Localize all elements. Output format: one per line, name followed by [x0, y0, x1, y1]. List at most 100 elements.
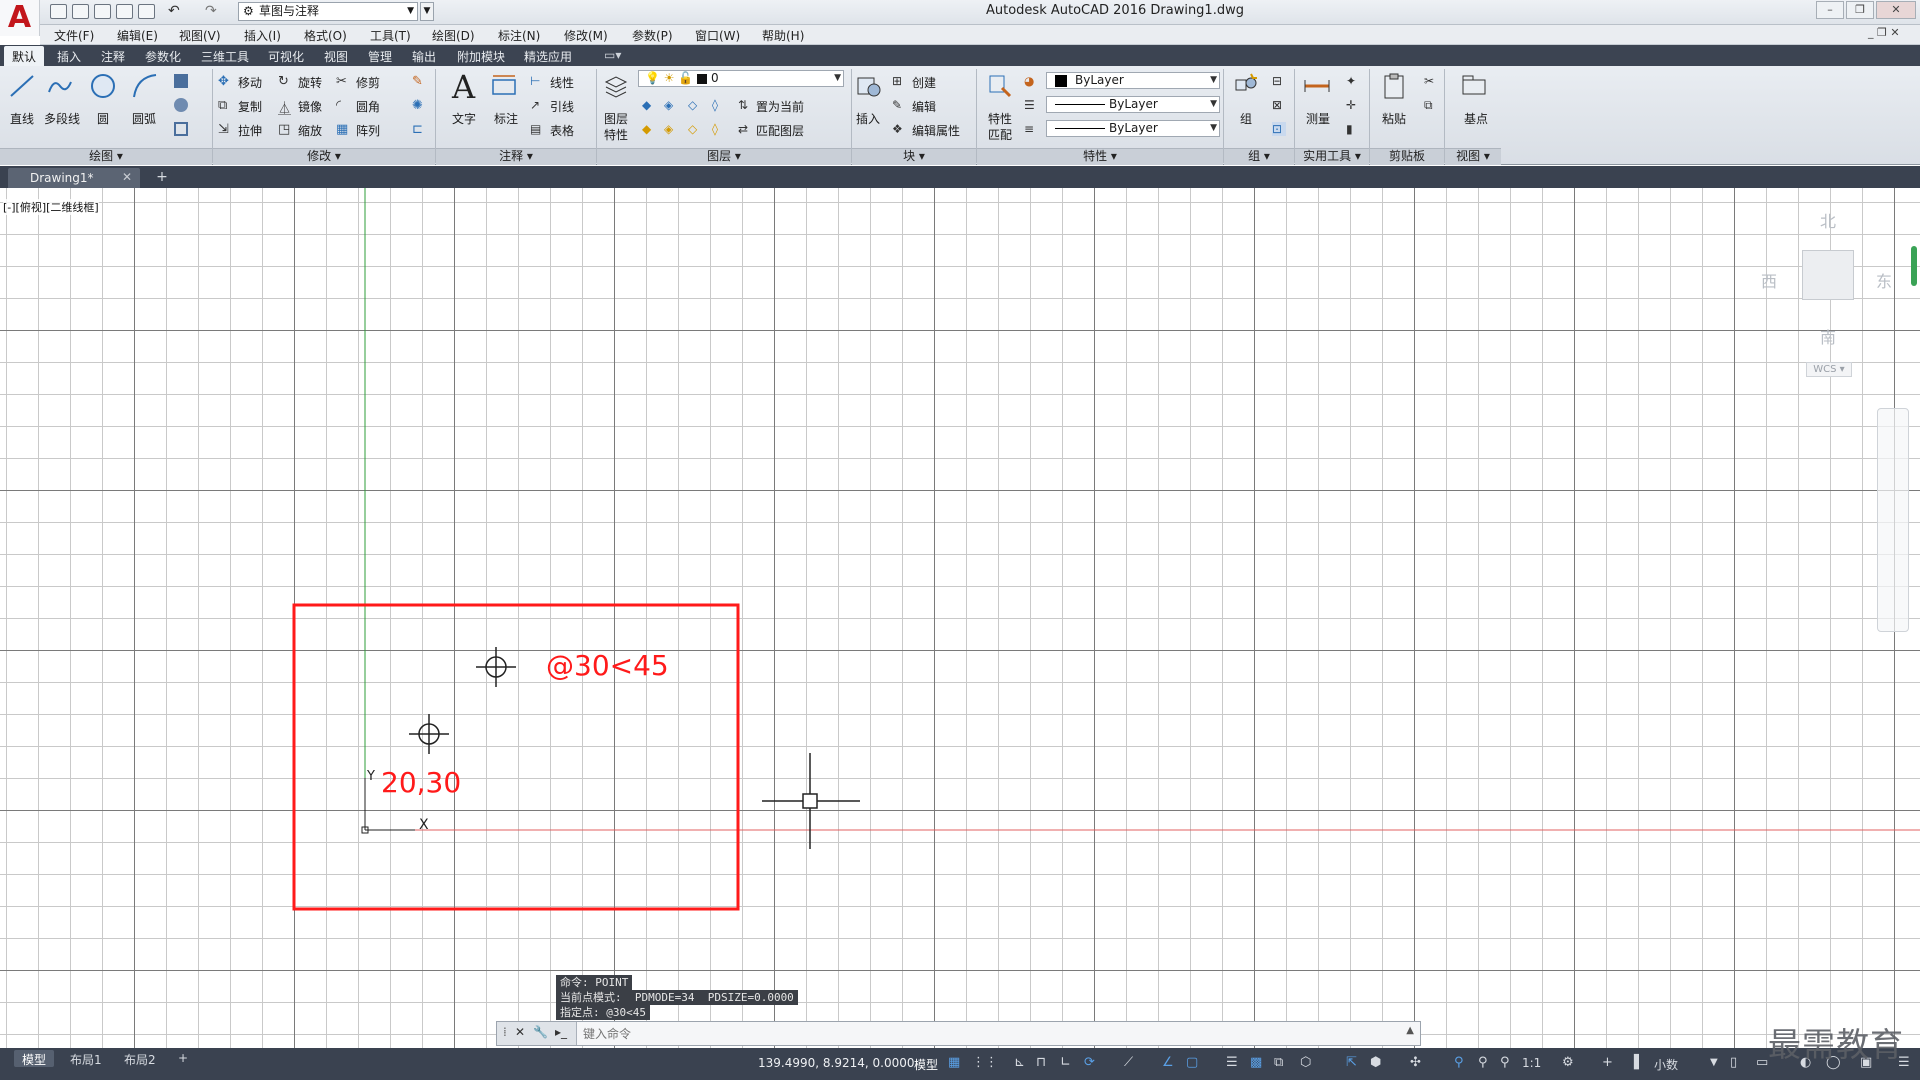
- text-icon[interactable]: A: [452, 68, 475, 106]
- utilities-panel-title[interactable]: 实用工具 ▾: [1295, 148, 1369, 165]
- grid-icon[interactable]: ▦: [948, 1055, 960, 1070]
- coordinate-readout[interactable]: 139.4990, 8.9214, 0.0000: [758, 1056, 915, 1070]
- layer-freeze-icon[interactable]: ◇: [688, 98, 702, 112]
- layout-tab-model[interactable]: 模型: [14, 1050, 55, 1067]
- tab-default[interactable]: 默认: [4, 46, 45, 66]
- edit-label[interactable]: 编辑: [912, 98, 936, 115]
- infer-constraints-icon[interactable]: ⊾: [1014, 1055, 1025, 1070]
- linear-dimension-icon[interactable]: ⊢: [530, 74, 544, 88]
- layer-off-icon[interactable]: ◆: [642, 98, 656, 112]
- layer-properties-icon[interactable]: [602, 72, 630, 100]
- tab-annotate[interactable]: 注释: [101, 48, 125, 65]
- isodraft-icon[interactable]: ⟋: [1124, 1055, 1133, 1070]
- restore-button[interactable]: ❐: [1846, 1, 1874, 19]
- color-dropdown[interactable]: ByLayer ▼: [1046, 72, 1220, 89]
- tab-insert[interactable]: 插入: [57, 48, 81, 65]
- properties-panel-title[interactable]: 特性 ▾: [977, 148, 1223, 165]
- modify-panel-title[interactable]: 修改 ▾: [213, 148, 435, 165]
- edit-block-icon[interactable]: ✎: [892, 98, 906, 112]
- paste-icon[interactable]: [1380, 72, 1408, 100]
- scroll-indicator[interactable]: [1911, 246, 1917, 286]
- command-input[interactable]: [583, 1024, 1383, 1043]
- group-edit-icon[interactable]: ⊠: [1272, 98, 1286, 112]
- command-prompt-icon[interactable]: ▸_: [555, 1025, 567, 1039]
- layer-lock-icon[interactable]: ◊: [712, 98, 726, 112]
- command-history-toggle-icon[interactable]: ▲: [1406, 1025, 1414, 1036]
- groups-panel-title[interactable]: 组 ▾: [1224, 148, 1294, 165]
- annotation-monitor-icon[interactable]: ▌: [1634, 1055, 1644, 1070]
- edit-attributes-icon[interactable]: ❖: [892, 122, 906, 136]
- lineweight-dropdown[interactable]: ByLayer ▼: [1046, 120, 1220, 137]
- move-label[interactable]: 移动: [238, 74, 262, 91]
- fillet-icon[interactable]: ◜: [336, 98, 350, 113]
- copy-clip-icon[interactable]: ⧉: [1424, 98, 1438, 112]
- create-block-icon[interactable]: ⊞: [892, 74, 906, 88]
- cut-icon[interactable]: ✂: [1424, 74, 1438, 88]
- mirror-icon[interactable]: ⏅: [278, 98, 292, 117]
- close-button[interactable]: ✕: [1876, 1, 1916, 19]
- view-panel-title[interactable]: 视图 ▾: [1445, 148, 1501, 165]
- trim-icon[interactable]: ✂: [336, 74, 350, 89]
- 3d-osnap-icon[interactable]: ⬡: [1300, 1055, 1311, 1070]
- quick-access-dropdown[interactable]: ▼: [420, 2, 434, 21]
- menu-parametric[interactable]: 参数(P): [632, 27, 673, 44]
- layer-thaw-icon[interactable]: ◇: [688, 122, 702, 136]
- customize-wrench-icon[interactable]: 🔧: [533, 1025, 548, 1039]
- object-snap-icon[interactable]: ▢: [1186, 1055, 1198, 1070]
- match-layer-icon[interactable]: ⇄: [738, 122, 752, 136]
- add-layout-button[interactable]: +: [170, 1050, 196, 1067]
- units-dropdown-icon[interactable]: ▼: [1710, 1057, 1718, 1068]
- tab-parametric[interactable]: 参数化: [145, 48, 181, 65]
- gizmo-icon[interactable]: ✣: [1410, 1055, 1421, 1070]
- arc-icon[interactable]: [131, 72, 159, 100]
- annotation-visibility-icon[interactable]: ⚲: [1454, 1055, 1464, 1070]
- stretch-label[interactable]: 拉伸: [238, 122, 262, 139]
- make-current-icon[interactable]: ⇅: [738, 98, 752, 112]
- insert-block-icon[interactable]: [854, 72, 882, 100]
- leader-label[interactable]: 引线: [550, 98, 574, 115]
- menu-format[interactable]: 格式(O): [304, 27, 347, 44]
- tab-addins[interactable]: 附加模块: [457, 48, 505, 65]
- menu-tools[interactable]: 工具(T): [370, 27, 411, 44]
- dynamic-input-icon[interactable]: ⊓: [1036, 1055, 1046, 1070]
- auto-scale-icon[interactable]: ⚲: [1478, 1055, 1488, 1070]
- copy-icon[interactable]: ⧉: [218, 98, 232, 113]
- group-icon[interactable]: [1232, 72, 1260, 100]
- fillet-label[interactable]: 圆角: [356, 98, 380, 115]
- drawing-canvas[interactable]: [-][俯视][二维线框] Y X @30<45 20,30 北 西 东 南 W…: [0, 188, 1920, 1048]
- table-label[interactable]: 表格: [550, 122, 574, 139]
- dimension-icon[interactable]: [490, 72, 518, 100]
- app-menu-button[interactable]: A: [0, 0, 40, 36]
- clipboard-panel-title[interactable]: 剪贴板: [1370, 148, 1444, 165]
- draw-panel-title[interactable]: 绘图 ▾: [0, 148, 212, 165]
- layer-unisolate-icon[interactable]: ◈: [664, 122, 678, 136]
- viewcube-east[interactable]: 东: [1876, 268, 1892, 292]
- rectangle-icon[interactable]: [174, 74, 188, 88]
- copy-label[interactable]: 复制: [238, 98, 262, 115]
- tab-3d-tools[interactable]: 三维工具: [201, 48, 249, 65]
- offset-icon[interactable]: ⊏: [412, 122, 426, 137]
- model-space-toggle[interactable]: 模型: [914, 1056, 938, 1073]
- menu-edit[interactable]: 编辑(E): [117, 27, 158, 44]
- menu-insert[interactable]: 插入(I): [244, 27, 281, 44]
- viewcube-west[interactable]: 西: [1761, 268, 1777, 292]
- id-point-icon[interactable]: ✛: [1346, 98, 1360, 112]
- polyline-icon[interactable]: [46, 72, 74, 100]
- edit-attributes-label[interactable]: 编辑属性: [912, 122, 960, 139]
- transparency-icon[interactable]: ▩: [1250, 1055, 1262, 1070]
- dynamic-ucs-icon[interactable]: ⇱: [1346, 1055, 1357, 1070]
- ribbon-minimize-icon[interactable]: ▭▾: [604, 48, 621, 62]
- layer-isolate-icon[interactable]: ◈: [664, 98, 678, 112]
- tab-visualize[interactable]: 可视化: [268, 48, 304, 65]
- viewcube-north[interactable]: 北: [1820, 208, 1836, 232]
- menu-file[interactable]: 文件(F): [54, 27, 94, 44]
- table-icon[interactable]: ▤: [530, 122, 544, 136]
- menu-help[interactable]: 帮助(H): [762, 27, 804, 44]
- mirror-label[interactable]: 镜像: [298, 98, 322, 115]
- tab-featured-apps[interactable]: 精选应用: [524, 48, 572, 65]
- scale-label[interactable]: 缩放: [298, 122, 322, 139]
- calculator-icon[interactable]: ▮: [1346, 122, 1360, 136]
- plus-icon[interactable]: +: [1602, 1055, 1613, 1070]
- viewcube[interactable]: [1802, 250, 1854, 300]
- stretch-icon[interactable]: ⇲: [218, 122, 232, 137]
